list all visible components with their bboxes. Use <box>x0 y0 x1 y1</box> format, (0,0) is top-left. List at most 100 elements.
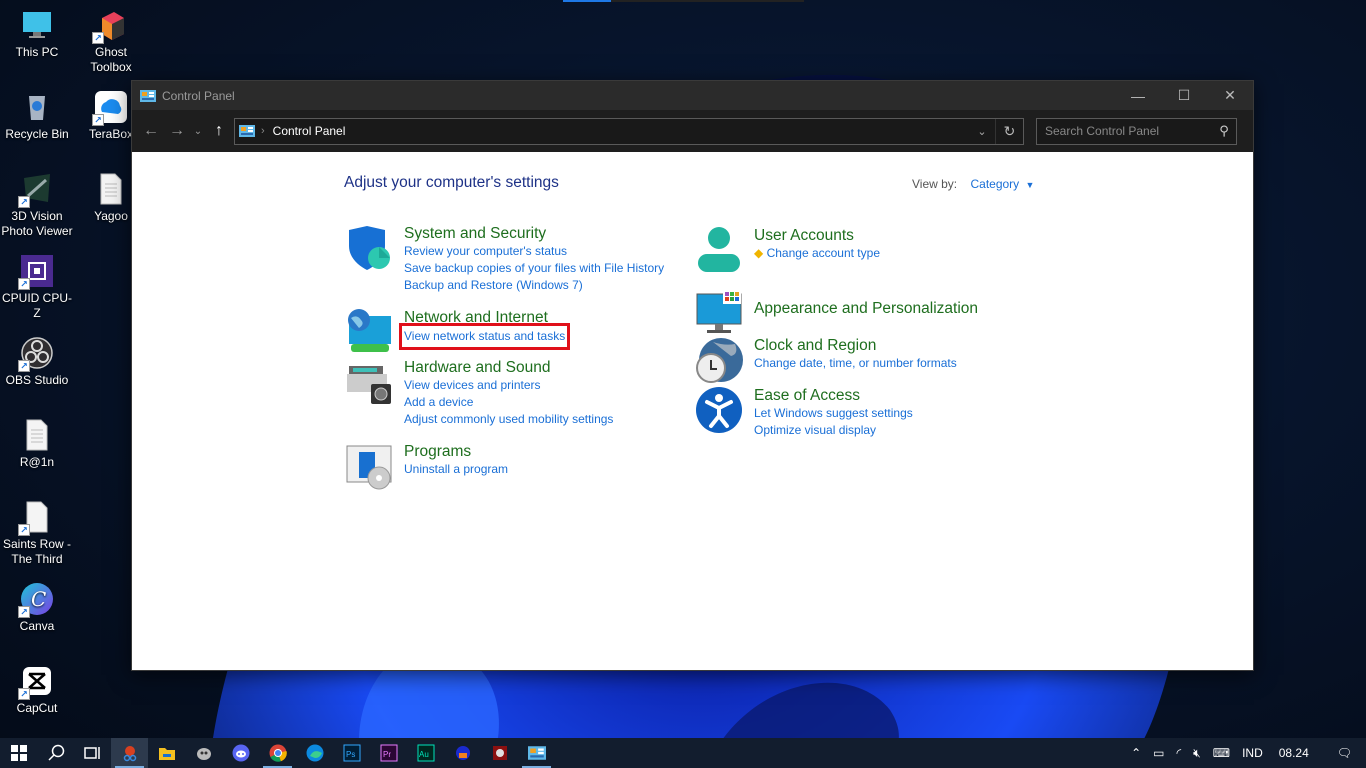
link-date-time-formats[interactable]: Change date, time, or number formats <box>754 355 957 372</box>
discord-icon <box>232 744 249 762</box>
taskbar-edge[interactable] <box>296 738 333 768</box>
taskbar-control-panel[interactable] <box>518 738 555 768</box>
task-view-button[interactable] <box>74 738 111 768</box>
desktop-icon-recycle-bin[interactable]: Recycle Bin <box>0 90 74 142</box>
search-box: ⚲ <box>1036 117 1237 145</box>
desktop-icon-capcut[interactable]: ↗ CapCut <box>0 664 74 716</box>
link-file-history[interactable]: Save backup copies of your files with Fi… <box>404 260 664 277</box>
taskbar-app-blue[interactable] <box>444 738 481 768</box>
taskbar-search-button[interactable] <box>37 738 74 768</box>
title-bar[interactable]: Control Panel — ☐ ✕ <box>132 81 1253 110</box>
taskbar-snipping-tool[interactable] <box>111 738 148 768</box>
refresh-button[interactable]: ↻ <box>995 118 1023 144</box>
desktop-icon-obs[interactable]: ↗ OBS Studio <box>0 336 74 388</box>
category-title[interactable]: Programs <box>404 442 508 461</box>
taskbar-discord[interactable] <box>222 738 259 768</box>
cpu-z-icon: ↗ <box>18 254 54 290</box>
link-uninstall-program[interactable]: Uninstall a program <box>404 461 508 478</box>
desktop-icon-3d-vision[interactable]: ↗ 3D Vision Photo Viewer <box>0 172 74 239</box>
window-title: Control Panel <box>162 88 235 103</box>
wallpaper-accent <box>563 0 611 2</box>
programs-icon <box>346 445 392 490</box>
control-panel-window: Control Panel — ☐ ✕ ← → ⌄ ↑ › Control Pa… <box>131 80 1254 671</box>
link-mobility-settings[interactable]: Adjust commonly used mobility settings <box>404 411 613 428</box>
category-title[interactable]: Clock and Region <box>754 336 957 355</box>
link-view-network-status[interactable]: View network status and tasks <box>398 323 571 350</box>
wifi-icon[interactable]: ◜ <box>1171 746 1188 760</box>
category-title[interactable]: User Accounts <box>754 226 880 245</box>
language-indicator[interactable]: IND <box>1236 746 1269 760</box>
link-review-status[interactable]: Review your computer's status <box>404 243 664 260</box>
network-icon <box>348 309 391 352</box>
edge-icon <box>306 744 323 762</box>
clock-globe-icon <box>696 338 743 383</box>
app-icon <box>492 746 507 760</box>
caret-down-icon[interactable]: ▼ <box>1026 180 1035 190</box>
taskbar-ghost-app[interactable] <box>185 738 222 768</box>
page-heading: Adjust your computer's settings <box>344 174 559 191</box>
view-by-dropdown[interactable]: Category <box>970 177 1019 191</box>
search-input[interactable] <box>1037 124 1212 138</box>
close-button[interactable]: ✕ <box>1207 81 1253 110</box>
document-icon <box>94 172 128 206</box>
3d-vision-icon: ↗ <box>18 172 54 208</box>
link-change-account-type[interactable]: ◆ Change account type <box>754 245 880 262</box>
link-devices-printers[interactable]: View devices and printers <box>404 377 613 394</box>
minimize-button[interactable]: — <box>1115 81 1161 110</box>
control-panel-icon <box>239 125 255 137</box>
link-optimize-display[interactable]: Optimize visual display <box>754 422 913 439</box>
start-button[interactable] <box>0 738 37 768</box>
document-icon: ↗ <box>18 500 54 536</box>
document-icon <box>20 418 54 452</box>
address-bar[interactable]: › Control Panel ⌄ ↻ <box>234 117 1024 145</box>
desktop-icon-cpu-z[interactable]: ↗ CPUID CPU-Z <box>0 254 74 321</box>
snipping-tool-icon <box>123 746 136 762</box>
maximize-button[interactable]: ☐ <box>1161 81 1207 110</box>
clock[interactable]: 08.24 <box>1269 746 1323 760</box>
address-dropdown-button[interactable]: ⌄ <box>969 125 995 138</box>
taskbar-app-red[interactable] <box>481 738 518 768</box>
breadcrumb-control-panel[interactable]: Control Panel <box>273 124 969 138</box>
search-icon[interactable]: ⚲ <box>1212 123 1236 139</box>
task-view-icon <box>83 747 100 759</box>
desktop-icon-saints-row[interactable]: ↗ Saints Row - The Third <box>0 500 74 567</box>
recent-locations-button[interactable]: ⌄ <box>190 117 206 145</box>
accessibility-icon <box>696 387 742 433</box>
desktop-icon-ghost-toolbox[interactable]: ↗ Ghost Toolbox <box>74 8 148 75</box>
photoshop-icon: Ps <box>343 744 360 762</box>
control-panel-icon <box>527 746 546 760</box>
wallpaper-accent-2 <box>611 0 804 2</box>
volume-muted-icon[interactable]: 🔇︎ <box>1187 746 1207 761</box>
navigation-bar: ← → ⌄ ↑ › Control Panel ⌄ ↻ ⚲ <box>132 110 1253 152</box>
back-button[interactable]: ← <box>138 117 164 145</box>
desktop-icon-canva[interactable]: C ↗ Canva <box>0 582 74 634</box>
category-title[interactable]: Appearance and Personalization <box>754 299 978 318</box>
forward-button[interactable]: → <box>164 117 190 145</box>
category-title[interactable]: System and Security <box>404 224 664 243</box>
taskbar-photoshop[interactable]: Ps <box>333 738 370 768</box>
desktop-icon-this-pc[interactable]: This PC <box>0 8 74 60</box>
control-panel-icon <box>140 89 156 102</box>
show-hidden-icons-button[interactable]: ⌃ <box>1125 746 1147 760</box>
link-add-device[interactable]: Add a device <box>404 394 613 411</box>
link-suggest-settings[interactable]: Let Windows suggest settings <box>754 405 913 422</box>
category-title[interactable]: Hardware and Sound <box>404 358 613 377</box>
breadcrumb-separator: › <box>261 125 265 137</box>
notification-center-icon[interactable]: 🗨 <box>1323 746 1366 760</box>
content-area: Adjust your computer's settings View by:… <box>132 152 1253 670</box>
taskbar-premiere[interactable]: Pr <box>370 738 407 768</box>
category-title[interactable]: Network and Internet <box>404 308 565 327</box>
taskbar-audition[interactable]: Au <box>407 738 444 768</box>
desktop-icon-r1n[interactable]: R@1n <box>0 418 74 470</box>
ghost-app-icon <box>196 748 211 760</box>
printer-icon <box>347 366 391 404</box>
keyboard-icon[interactable]: ⌨ <box>1207 746 1236 760</box>
up-button[interactable]: ↑ <box>206 117 232 145</box>
link-backup-restore[interactable]: Backup and Restore (Windows 7) <box>404 277 664 294</box>
view-by-label: View by: <box>912 177 958 191</box>
category-title[interactable]: Ease of Access <box>754 386 913 405</box>
taskbar-file-explorer[interactable] <box>148 738 185 768</box>
taskbar-chrome[interactable] <box>259 738 296 768</box>
battery-icon[interactable]: ▭ <box>1147 746 1170 760</box>
capcut-icon: ↗ <box>18 664 54 700</box>
